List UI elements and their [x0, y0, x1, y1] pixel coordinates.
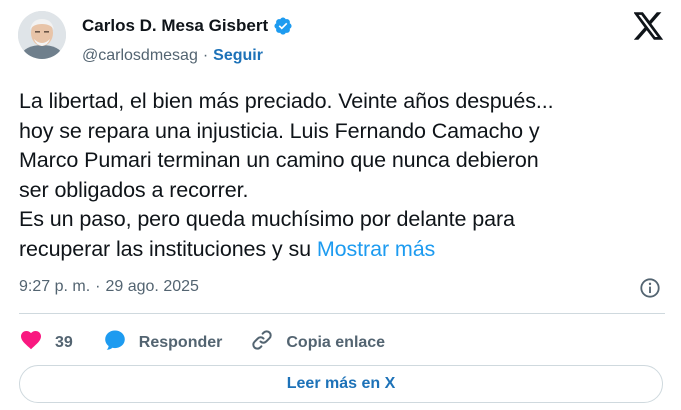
timestamp-separator: ·: [95, 278, 101, 295]
reply-button[interactable]: Responder: [103, 328, 223, 357]
like-count: 39: [55, 333, 73, 351]
tweet-line: Es un paso, pero queda muchísimo por del…: [19, 207, 515, 231]
author-display-name[interactable]: Carlos D. Mesa Gisbert: [82, 16, 268, 36]
tweet-line-last: recuperar las instituciones y su Mostrar…: [19, 235, 664, 265]
action-bar: 39 Responder Copia enlace: [19, 328, 385, 357]
reply-label: Responder: [138, 333, 223, 351]
link-icon: [250, 328, 274, 357]
timestamp-date: 29 ago. 2025: [105, 278, 199, 295]
show-more-link[interactable]: Mostrar más: [317, 237, 435, 261]
heart-icon: [19, 328, 43, 357]
timestamp-time: 9:27 p. m.: [19, 278, 91, 295]
tweet-text: La libertad, el bien más preciado. Veint…: [19, 87, 664, 264]
copy-link-button[interactable]: Copia enlace: [250, 328, 385, 357]
tweet-line: ser obligados a recorrer.: [19, 177, 249, 202]
tweet-line: La libertad, el bien más preciado. Veint…: [19, 89, 554, 113]
reply-bubble-icon: [103, 328, 127, 357]
avatar[interactable]: [18, 11, 66, 59]
like-button[interactable]: 39: [19, 328, 73, 357]
follow-link[interactable]: Seguir: [213, 47, 263, 65]
x-logo-icon[interactable]: [633, 12, 664, 45]
info-icon[interactable]: [639, 277, 661, 304]
verified-badge-icon: [273, 16, 293, 36]
tweet-line: hoy se repara una injusticia. Luis Ferna…: [19, 118, 540, 143]
copy-link-label: Copia enlace: [286, 333, 386, 351]
tweet-embed-card: Carlos D. Mesa Gisbert @carlosdmesag · S…: [0, 0, 681, 410]
read-more-button[interactable]: Leer más en X: [19, 365, 663, 403]
tweet-line-text: recuperar las instituciones y su: [19, 236, 311, 261]
author-name-row: Carlos D. Mesa Gisbert: [82, 16, 293, 36]
tweet-line: Marco Pumari terminan un camino que nunc…: [19, 148, 539, 172]
timestamp[interactable]: 9:27 p. m. · 29 ago. 2025: [19, 278, 199, 296]
author-handle-row: @carlosdmesag · Seguir: [82, 47, 263, 65]
handle-separator: ·: [202, 47, 209, 64]
read-more-label: Leer más en X: [286, 375, 396, 392]
divider: [19, 313, 665, 314]
author-handle[interactable]: @carlosdmesag: [82, 47, 198, 65]
